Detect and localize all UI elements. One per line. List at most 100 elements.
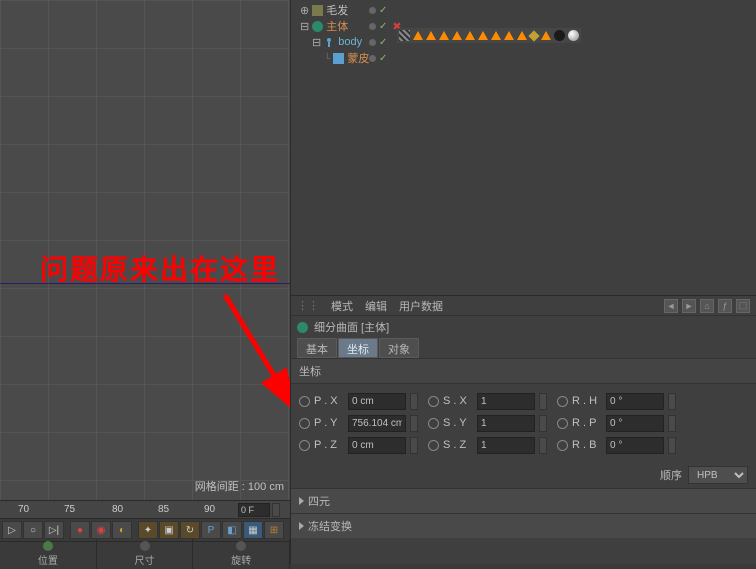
visibility-dot[interactable] (369, 7, 376, 14)
enable-check-icon[interactable]: ✓ (379, 37, 387, 48)
keyframe-icon[interactable] (428, 440, 439, 451)
tab-basic[interactable]: 基本 (297, 338, 337, 358)
tab-coord[interactable]: 坐标 (338, 338, 378, 358)
skin-icon (333, 53, 344, 64)
object-name[interactable]: 蒙皮 (347, 50, 369, 66)
key-grid-icon[interactable]: ⊞ (264, 521, 284, 539)
marker-icon[interactable] (541, 31, 551, 40)
menu-edit[interactable]: 编辑 (365, 298, 387, 314)
keyframe-icon[interactable] (557, 418, 568, 429)
marker-icon[interactable] (528, 30, 539, 41)
visibility-dot[interactable] (369, 23, 376, 30)
stepper[interactable] (410, 437, 418, 454)
key-param-icon[interactable]: P (201, 521, 221, 539)
lock-icon[interactable]: ⬚ (736, 299, 750, 313)
object-name[interactable]: 主体 (326, 18, 348, 34)
stepper[interactable] (668, 393, 676, 410)
keyframe-icon[interactable] (299, 418, 310, 429)
keyframe-icon[interactable] (557, 440, 568, 451)
material-icon[interactable] (554, 30, 565, 41)
py-input[interactable] (348, 415, 406, 432)
key-pos-icon[interactable]: ✦ (138, 521, 158, 539)
stepper[interactable] (410, 415, 418, 432)
section-coord-header: 坐标 (291, 358, 756, 384)
keyframe-icon[interactable] (557, 396, 568, 407)
object-name[interactable]: 毛发 (326, 2, 348, 18)
tab-size[interactable]: 尺寸 (97, 539, 194, 569)
menu-userdata[interactable]: 用户数据 (399, 298, 443, 314)
order-dropdown[interactable]: HPB (688, 466, 748, 484)
sy-input[interactable] (477, 415, 535, 432)
px-input[interactable] (348, 393, 406, 410)
visibility-dot[interactable] (369, 39, 376, 46)
marker-icon[interactable] (478, 31, 488, 40)
marker-icon[interactable] (413, 31, 423, 40)
coord-row: P . Y S . Y R . P (299, 412, 748, 434)
stepper[interactable] (539, 393, 547, 410)
keyframe-icon[interactable] (428, 396, 439, 407)
marker-icon[interactable] (491, 31, 501, 40)
section-quaternion[interactable]: 四元 (291, 488, 756, 513)
stepper[interactable] (668, 415, 676, 432)
keyframe-track[interactable] (397, 28, 581, 43)
marker-icon[interactable] (452, 31, 462, 40)
section-freeze[interactable]: 冻结变换 (291, 513, 756, 538)
goto-end-icon[interactable]: ▷| (44, 521, 64, 539)
keyframe-icon[interactable] (428, 418, 439, 429)
grid-spacing-label: 网格间距 : 100 cm (195, 478, 284, 494)
sz-input[interactable] (477, 437, 535, 454)
autokey-icon[interactable]: ◉ (91, 521, 111, 539)
stepper[interactable] (410, 393, 418, 410)
pz-input[interactable] (348, 437, 406, 454)
rb-input[interactable] (606, 437, 664, 454)
enable-check-icon[interactable]: ✓ (379, 53, 387, 64)
marker-icon[interactable] (517, 31, 527, 40)
sx-input[interactable] (477, 393, 535, 410)
tab-object[interactable]: 对象 (379, 338, 419, 358)
tree-row[interactable]: ⊕ 毛发 ✓ (297, 2, 750, 18)
stepper[interactable] (539, 415, 547, 432)
tick: 80 (112, 504, 123, 515)
marker-icon[interactable] (439, 31, 449, 40)
function-icon[interactable]: ƒ (718, 299, 732, 313)
key-pla-icon[interactable]: ◧ (222, 521, 242, 539)
stepper[interactable] (539, 437, 547, 454)
menu-mode[interactable]: 模式 (331, 298, 353, 314)
stop-icon[interactable]: ○ (23, 521, 43, 539)
nav-fwd-icon[interactable]: ► (682, 299, 696, 313)
key-rot-icon[interactable]: ↻ (180, 521, 200, 539)
keyframe-icon[interactable] (299, 396, 310, 407)
nav-back-icon[interactable]: ◄ (664, 299, 678, 313)
tab-position[interactable]: 位置 (0, 539, 97, 569)
stepper[interactable] (668, 437, 676, 454)
record-icon[interactable]: ● (70, 521, 90, 539)
marker-icon[interactable] (426, 31, 436, 40)
tab-rotation[interactable]: 旋转 (193, 539, 290, 569)
nav-up-icon[interactable]: ⌂ (700, 299, 714, 313)
marker-icon[interactable] (465, 31, 475, 40)
viewport[interactable]: 问题原来出在这里 网格间距 : 100 cm (0, 0, 290, 500)
keyframe-icon[interactable] (299, 440, 310, 451)
key-scale-icon[interactable]: ▣ (159, 521, 179, 539)
marker-icon[interactable] (504, 31, 514, 40)
texture-tag-icon[interactable] (399, 30, 410, 41)
timeline-ruler[interactable]: 70 75 80 85 90 (0, 501, 290, 519)
stepper[interactable] (272, 503, 280, 517)
sx-label: S . X (443, 395, 473, 407)
rh-input[interactable] (606, 393, 664, 410)
key-all-icon[interactable]: ▦ (243, 521, 263, 539)
play-icon[interactable]: ▷ (2, 521, 22, 539)
tree-row[interactable]: └ 蒙皮 ✓ (297, 50, 750, 66)
frame-input[interactable] (238, 503, 270, 517)
visibility-dot[interactable] (369, 55, 376, 62)
rp-input[interactable] (606, 415, 664, 432)
collapse-icon[interactable]: ⊟ (312, 36, 321, 49)
material-icon[interactable] (568, 30, 579, 41)
expand-icon[interactable]: ⊕ (300, 4, 309, 17)
keyframe-selection-icon[interactable]: ◐ (112, 521, 132, 539)
enable-check-icon[interactable]: ✓ (379, 21, 387, 32)
object-name[interactable]: body (338, 36, 362, 48)
grip-icon[interactable]: ⋮⋮ (297, 299, 319, 312)
enable-check-icon[interactable]: ✓ (379, 5, 387, 16)
collapse-icon[interactable]: ⊟ (300, 20, 309, 33)
